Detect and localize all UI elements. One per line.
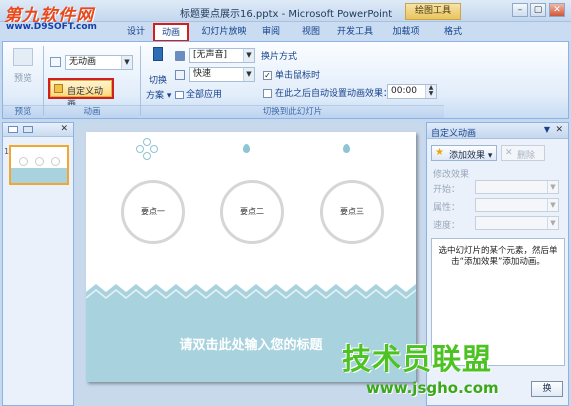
tab-animations[interactable]: 动画 xyxy=(153,23,189,42)
tab-format[interactable]: 格式 xyxy=(438,24,468,41)
tab-design[interactable]: 设计 xyxy=(122,24,150,41)
thumbnail-circle xyxy=(51,157,60,166)
outline-tab-icon[interactable] xyxy=(23,126,33,133)
droplet-decoration-icon xyxy=(243,144,250,153)
apply-to-all-button[interactable]: 全部应用 xyxy=(175,87,222,100)
droplet-decoration-icon xyxy=(343,144,350,153)
slides-panel-header: ✕ xyxy=(3,123,73,137)
group-label-preview: 预览 xyxy=(3,105,43,118)
group-label-animation: 动画 xyxy=(44,105,140,118)
point-circle[interactable]: 要点二 xyxy=(220,180,284,244)
tab-view[interactable]: 视图 xyxy=(296,24,326,41)
chevron-down-icon: ▼ xyxy=(121,56,132,69)
animate-combo[interactable]: 无动画 ▼ xyxy=(65,55,133,70)
contextual-tab-drawing-tools[interactable]: 绘图工具 xyxy=(405,3,461,20)
point-circle[interactable]: 要点三 xyxy=(320,180,384,244)
preview-icon xyxy=(13,48,33,66)
spinner-arrows-icon: ▲ ▼ xyxy=(425,85,436,98)
chevron-down-icon: ▼ xyxy=(547,199,558,211)
apply-all-icon xyxy=(175,90,184,99)
group-label-transition: 切换到此幻灯片 xyxy=(141,105,444,118)
pane-close-icon[interactable]: ✕ xyxy=(555,125,563,135)
advance-slide-heading: 换片方式 xyxy=(261,52,298,62)
slides-panel: ✕ 1 xyxy=(2,122,74,406)
animation-hint-text: 选中幻灯片的某个元素，然后单击“添加效果”添加动画。 xyxy=(438,246,558,267)
title-bar: 第九软件网 标题要点展示16.pptx - Microsoft PowerPoi… xyxy=(0,0,571,26)
speed-label: 速度： xyxy=(433,221,461,231)
point-circle[interactable]: 要点一 xyxy=(121,180,185,244)
property-label: 属性： xyxy=(433,203,461,213)
tab-add-ins[interactable]: 加载项 xyxy=(388,24,424,41)
watermark-url: www.D9SOFT.com xyxy=(6,22,97,32)
checkbox-checked-icon: ✓ xyxy=(263,71,272,80)
ribbon-panel: 预览 预览 无动画 ▼ 自定义动画 动画 切换 方案 ▾ [无声音] ▼ 快速 … xyxy=(2,41,569,119)
tab-developer[interactable]: 开发工具 xyxy=(332,24,378,41)
task-pane-header: 自定义动画 ▼ ✕ xyxy=(427,123,568,139)
auto-advance-time-spinner[interactable]: 00:00 ▲ ▼ xyxy=(387,84,437,99)
auto-advance-checkbox[interactable]: 在此之后自动设置动画效果： xyxy=(263,86,392,99)
speed-icon xyxy=(175,70,185,80)
chevron-down-icon: ▼ xyxy=(243,49,254,62)
chevron-down-icon: ▼ xyxy=(243,68,254,81)
start-label: 开始： xyxy=(433,185,461,195)
minimize-button[interactable]: – xyxy=(512,3,528,17)
on-mouse-click-checkbox[interactable]: ✓ 单击鼠标时 xyxy=(263,68,320,81)
animate-icon xyxy=(50,57,61,67)
chevron-down-icon: ▼ xyxy=(547,217,558,229)
speed-combo[interactable]: ▼ xyxy=(475,216,559,230)
close-button[interactable]: ✕ xyxy=(549,3,565,17)
add-effect-button[interactable]: ★ 添加效果 ▾ xyxy=(431,145,497,161)
thumbnail-wave xyxy=(11,168,67,183)
transition-scheme-button[interactable]: 切换 方案 ▾ xyxy=(146,47,171,101)
thumbnail-circle xyxy=(19,157,28,166)
checkbox-unchecked-icon xyxy=(263,89,272,98)
modify-effect-heading: 修改效果 xyxy=(433,170,470,180)
tab-review[interactable]: 审阅 xyxy=(256,24,286,41)
custom-animation-icon xyxy=(54,84,63,93)
transition-scheme-icon xyxy=(153,47,163,61)
remove-effect-button[interactable]: ✕ 删除 xyxy=(501,145,545,161)
sound-icon xyxy=(175,51,185,61)
slide-thumbnail[interactable] xyxy=(9,145,69,185)
star-icon: ★ xyxy=(435,147,444,158)
transition-speed-combo[interactable]: 快速 ▼ xyxy=(189,67,255,82)
chevron-down-icon: ▼ xyxy=(547,181,558,193)
restore-button[interactable]: ▢ xyxy=(530,3,546,17)
pane-bottom-button[interactable]: 换 xyxy=(531,381,563,397)
panel-close-icon[interactable]: ✕ xyxy=(60,124,68,134)
property-combo[interactable]: ▼ xyxy=(475,198,559,212)
start-combo[interactable]: ▼ xyxy=(475,180,559,194)
remove-icon: ✕ xyxy=(505,148,513,158)
custom-animation-button[interactable]: 自定义动画 xyxy=(48,78,114,110)
pane-menu-chevron-icon[interactable]: ▼ xyxy=(544,125,550,134)
flower-decoration-icon xyxy=(136,138,158,160)
preview-button[interactable]: 预览 xyxy=(9,46,37,92)
slides-tab-icon[interactable] xyxy=(8,126,18,133)
watermark-brand: 技术员联盟 xyxy=(342,342,493,376)
window-title: 标题要点展示16.pptx - Microsoft PowerPoint xyxy=(180,9,393,20)
thumbnail-circle xyxy=(35,157,44,166)
transition-sound-combo[interactable]: [无声音] ▼ xyxy=(189,48,255,63)
watermark-site-url: www.jsgho.com xyxy=(366,379,499,397)
tab-slide-show[interactable]: 幻灯片放映 xyxy=(196,24,252,41)
